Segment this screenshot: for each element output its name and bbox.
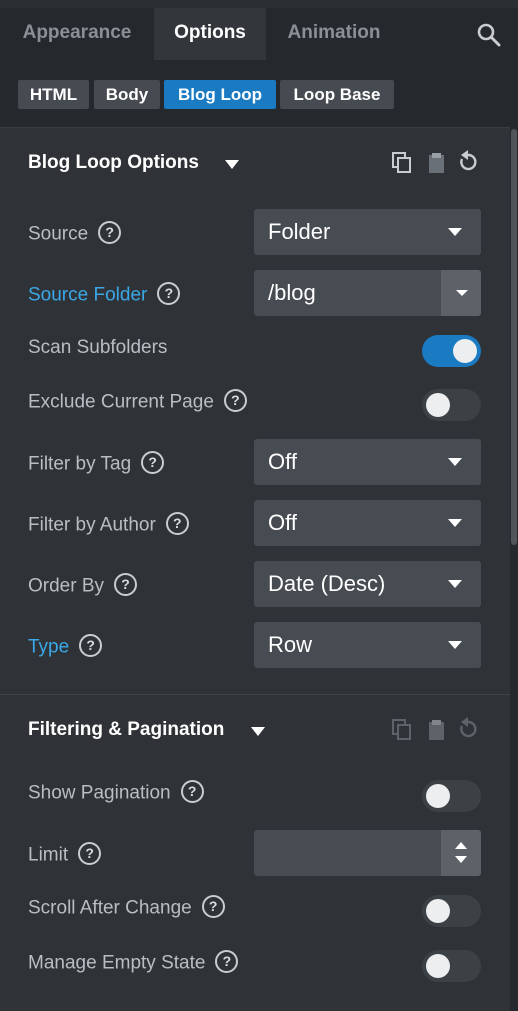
chevron-down-icon — [448, 458, 462, 466]
label-type: Type? — [28, 634, 103, 659]
paste-icon[interactable] — [427, 719, 447, 741]
scan-subfolders-toggle[interactable] — [422, 335, 481, 367]
label-filter-by-tag: Filter by Tag? — [28, 451, 165, 476]
section-divider — [0, 694, 510, 695]
limit-stepper[interactable] — [254, 830, 481, 876]
reset-icon[interactable] — [458, 150, 478, 172]
paste-icon[interactable] — [427, 152, 447, 174]
subtab-blog-loop[interactable]: Blog Loop — [164, 80, 276, 109]
chevron-down-icon — [456, 290, 468, 296]
tab-animation[interactable]: Animation — [272, 8, 396, 60]
increment-icon[interactable] — [455, 842, 467, 849]
filter-by-author-select[interactable]: Off — [254, 500, 481, 546]
filter-by-tag-select[interactable]: Off — [254, 439, 481, 485]
toggle-knob — [426, 899, 450, 923]
chevron-down-icon — [448, 519, 462, 527]
caret-down-icon[interactable] — [225, 160, 239, 169]
subtab-loop-base[interactable]: Loop Base — [280, 80, 394, 109]
scrollbar-thumb[interactable] — [511, 129, 517, 545]
top-bar: Appearance Options Animation HTML Body B… — [0, 0, 518, 127]
limit-stepper-buttons[interactable] — [441, 830, 481, 876]
toggle-knob — [426, 393, 450, 417]
subtab-html[interactable]: HTML — [18, 80, 89, 109]
top-strip — [0, 0, 518, 8]
source-folder-value[interactable]: /blog — [268, 270, 316, 316]
chevron-down-icon — [448, 641, 462, 649]
subtab-body[interactable]: Body — [94, 80, 160, 109]
help-icon[interactable]: ? — [157, 282, 181, 305]
copy-icon[interactable] — [392, 152, 412, 174]
tab-appearance[interactable]: Appearance — [8, 8, 146, 60]
toggle-knob — [453, 339, 477, 363]
search-icon[interactable] — [476, 22, 502, 48]
toggle-knob — [426, 784, 450, 808]
toggle-knob — [426, 954, 450, 978]
section-title-filtering-pagination[interactable]: Filtering & Pagination — [28, 719, 224, 741]
reset-icon[interactable] — [458, 717, 478, 739]
show-pagination-toggle[interactable] — [422, 780, 481, 812]
help-icon[interactable]: ? — [165, 512, 189, 535]
source-select[interactable]: Folder — [254, 209, 481, 255]
scrollbar[interactable] — [510, 127, 518, 1011]
scroll-after-change-toggle[interactable] — [422, 895, 481, 927]
label-exclude-current-page: Exclude Current Page? — [28, 389, 247, 414]
help-icon[interactable]: ? — [223, 389, 247, 412]
label-order-by: Order By? — [28, 573, 138, 598]
order-by-value: Date (Desc) — [268, 571, 386, 596]
copy-icon[interactable] — [392, 719, 412, 741]
help-icon[interactable]: ? — [215, 950, 239, 973]
order-by-select[interactable]: Date (Desc) — [254, 561, 481, 607]
help-icon[interactable]: ? — [114, 573, 138, 596]
filter-by-tag-value: Off — [268, 449, 297, 474]
section-title-blog-loop-options[interactable]: Blog Loop Options — [28, 152, 199, 174]
label-source-folder: Source Folder? — [28, 282, 181, 307]
tab-options[interactable]: Options — [154, 8, 266, 60]
chevron-down-icon — [448, 580, 462, 588]
label-filter-by-author: Filter by Author? — [28, 512, 189, 537]
label-limit: Limit? — [28, 842, 102, 867]
label-scan-subfolders: Scan Subfolders — [28, 337, 168, 358]
help-icon[interactable]: ? — [180, 780, 204, 803]
help-icon[interactable]: ? — [78, 842, 102, 865]
source-folder-dropdown-button[interactable] — [441, 270, 481, 316]
caret-down-icon[interactable] — [251, 727, 265, 736]
filter-by-author-value: Off — [268, 510, 297, 535]
type-value: Row — [268, 632, 313, 657]
source-folder-combo[interactable]: /blog — [254, 270, 481, 316]
type-select[interactable]: Row — [254, 622, 481, 668]
source-value: Folder — [268, 219, 331, 244]
decrement-icon[interactable] — [455, 856, 467, 863]
label-manage-empty-state: Manage Empty State? — [28, 950, 239, 975]
help-icon[interactable]: ? — [201, 895, 225, 918]
help-icon[interactable]: ? — [141, 451, 165, 474]
label-source: Source? — [28, 221, 122, 246]
label-scroll-after-change: Scroll After Change? — [28, 895, 225, 920]
help-icon[interactable]: ? — [98, 221, 122, 244]
label-show-pagination: Show Pagination? — [28, 780, 204, 805]
options-panel: Blog Loop Options Source? Folder Source … — [0, 127, 510, 1011]
exclude-current-page-toggle[interactable] — [422, 389, 481, 421]
help-icon[interactable]: ? — [79, 634, 103, 657]
chevron-down-icon — [448, 228, 462, 236]
manage-empty-state-toggle[interactable] — [422, 950, 481, 982]
